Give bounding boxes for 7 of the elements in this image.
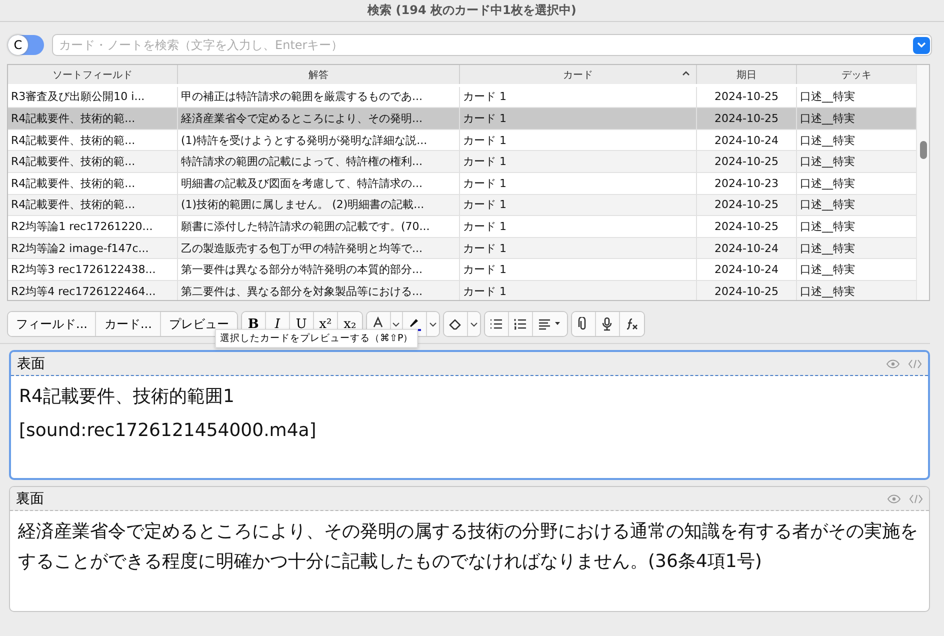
tooltip: 選択したカードをプレビューする（⌘⇧P） (215, 329, 418, 348)
field-text: 経済産業省令で定めるところにより、その発明の属する技術の分野における通常の知識を有する者がその実施をすることができる程度に明確かつ十分に記載したものでなければなりません。(36条4項1号) (18, 520, 919, 574)
window-title: 検索 (194 枚のカード中1枚を選択中) (368, 2, 576, 19)
field-text: R4記載要件、技術的範囲1 (19, 385, 236, 409)
field-text: [sound:rec1726121454000.m4a] (19, 419, 318, 443)
field-label: 表面 (17, 354, 46, 372)
field-label: 裏面 (16, 490, 45, 508)
